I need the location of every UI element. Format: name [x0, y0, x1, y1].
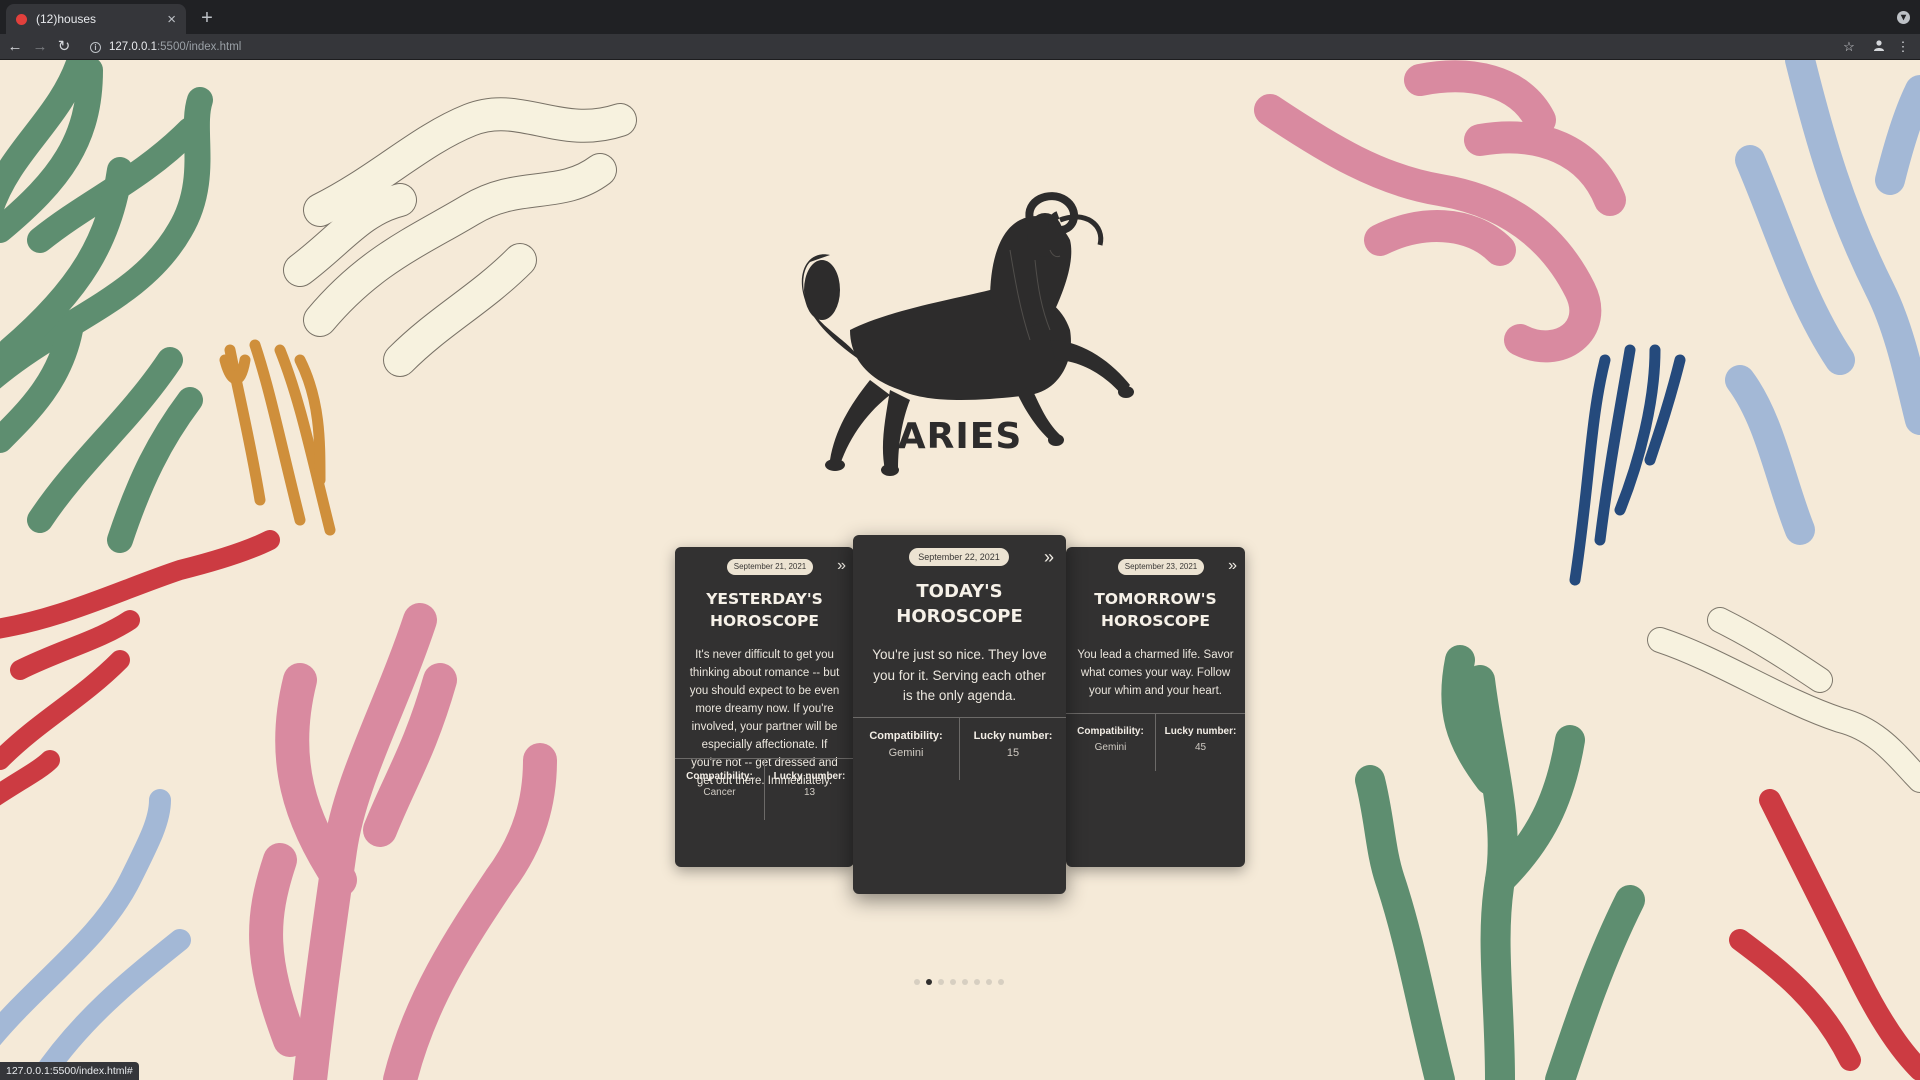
forward-button[interactable]: →: [29, 36, 51, 58]
double-chevron-right-icon[interactable]: »: [1044, 548, 1054, 566]
new-tab-button[interactable]: +: [194, 6, 220, 30]
green-frond-right: [1355, 645, 1645, 1080]
pink-frond-left: [249, 603, 557, 1080]
card-title: Tomorrow's Horoscope: [1094, 590, 1217, 630]
carousel-pagination: [914, 979, 1004, 985]
pagination-dot[interactable]: [986, 979, 992, 985]
horoscope-text: You lead a charmed life. Savor what come…: [1077, 649, 1234, 697]
date-badge: September 23, 2021: [1118, 559, 1204, 575]
tab-title: (12)houses: [36, 12, 97, 26]
card-stats: Compatibility: Gemini Lucky number: 15: [853, 717, 1066, 780]
reload-button[interactable]: ↻: [53, 36, 75, 58]
yesterday-horoscope-card[interactable]: September 21, 2021 » Yesterday's Horosco…: [675, 547, 854, 867]
card-title: Yesterday's Horoscope: [706, 590, 823, 630]
site-info-icon[interactable]: i: [90, 41, 101, 53]
today-horoscope-card[interactable]: September 22, 2021 » Today's Horoscope Y…: [853, 535, 1066, 894]
blue-frond-left: [0, 789, 191, 1080]
date-badge: September 22, 2021: [909, 548, 1009, 566]
lucky-number-stat: Lucky number: 45: [1155, 714, 1245, 771]
browser-tab[interactable]: (12)houses ×: [6, 4, 186, 34]
blue-frond-right: [1725, 60, 1920, 545]
window-menu-icon[interactable]: ▾: [1897, 11, 1910, 24]
browser-toolbar: ← → ↻ i 127.0.0.1:5500/index.html ☆ ⋮: [0, 34, 1920, 60]
pagination-dot[interactable]: [926, 979, 932, 985]
card-title: Today's Horoscope: [896, 581, 1023, 627]
zodiac-sign-title: ARIES: [897, 416, 1023, 457]
ochre-frond: [219, 339, 336, 536]
browser-menu-icon[interactable]: ⋮: [1892, 36, 1914, 58]
card-stats: Compatibility: Gemini Lucky number: 45: [1066, 713, 1245, 771]
page-content: ARIES September 21, 2021 » Yesterday's H…: [0, 60, 1920, 1080]
profile-icon[interactable]: [1868, 36, 1890, 58]
compatibility-stat: Compatibility: Gemini: [1077, 726, 1144, 753]
back-button[interactable]: ←: [4, 36, 26, 58]
green-frond-left: [0, 60, 213, 553]
tomorrow-horoscope-card[interactable]: September 23, 2021 » Tomorrow's Horoscop…: [1066, 547, 1245, 867]
compatibility-stat: Compatibility: Gemini: [869, 730, 943, 759]
pink-frond-right: [1254, 60, 1626, 363]
cream-cloud-fill: [284, 98, 636, 376]
horoscope-text: You're just so nice. They love you for i…: [872, 647, 1047, 703]
pagination-dot[interactable]: [998, 979, 1004, 985]
url-text: 127.0.0.1:5500/index.html: [109, 41, 242, 53]
lucky-number-stat: Lucky number: 15: [959, 718, 1066, 780]
lucky-number-stat: Lucky number: 13: [764, 759, 854, 820]
status-bar-url: 127.0.0.1:5500/index.html#: [0, 1062, 139, 1080]
address-bar[interactable]: i 127.0.0.1:5500/index.html: [82, 36, 1852, 58]
pagination-dot[interactable]: [962, 979, 968, 985]
pagination-dot[interactable]: [950, 979, 956, 985]
browser-tab-bar: (12)houses × + ▾: [0, 0, 1920, 34]
double-chevron-right-icon[interactable]: »: [837, 558, 846, 574]
compatibility-stat: Compatibility: Cancer: [686, 771, 753, 798]
double-chevron-right-icon[interactable]: »: [1228, 558, 1237, 574]
close-tab-icon[interactable]: ×: [167, 12, 176, 27]
bookmark-star-icon[interactable]: ☆: [1838, 36, 1860, 58]
red-frond-right: [1729, 789, 1920, 1080]
red-frond-left: [0, 530, 280, 806]
favicon-icon: [16, 13, 27, 25]
pagination-dot[interactable]: [938, 979, 944, 985]
pagination-dot[interactable]: [914, 979, 920, 985]
navy-frond: [1569, 344, 1686, 586]
pagination-dot[interactable]: [974, 979, 980, 985]
card-stats: Compatibility: Cancer Lucky number: 13: [675, 758, 854, 820]
date-badge: September 21, 2021: [727, 559, 813, 575]
